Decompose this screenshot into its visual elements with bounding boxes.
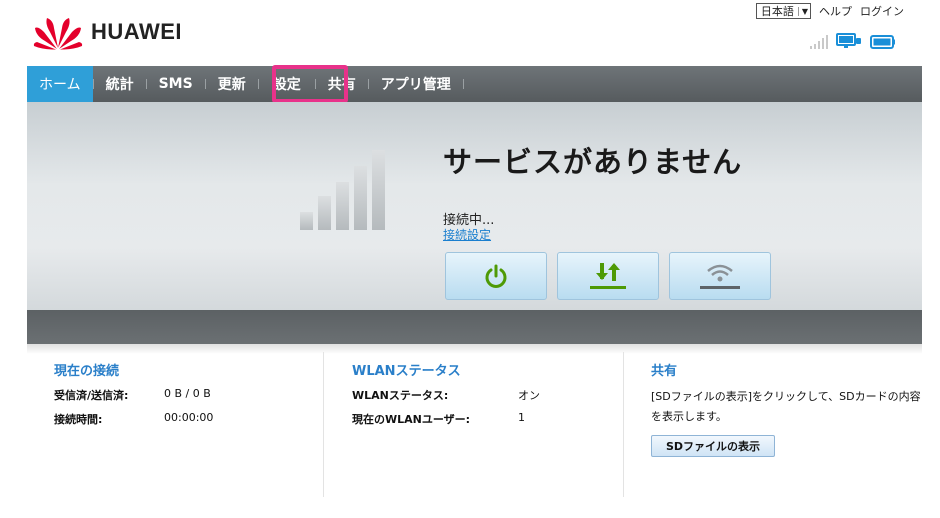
share-title: 共有	[651, 364, 678, 379]
wlan-status-panel: WLANステータス WLANステータス: オン 現在のWLANユーザー: 1	[352, 360, 540, 435]
wlan-status-title: WLANステータス	[352, 364, 461, 379]
wifi-icon	[700, 264, 740, 289]
panel-divider	[323, 352, 324, 497]
wlan-status-row: WLANステータス: オン	[352, 387, 540, 403]
service-status-headline: サービスがありません	[443, 145, 743, 179]
nav-divider	[462, 79, 464, 89]
received-sent-row: 受信済/送信済: 0 B / 0 B	[54, 387, 213, 403]
connection-settings-link[interactable]: 接続設定	[443, 226, 491, 243]
tab-share[interactable]: 共有	[316, 66, 368, 102]
signal-strength-icon	[810, 35, 828, 49]
data-connection-button[interactable]	[557, 252, 659, 300]
wlan-users-row: 現在のWLANユーザー: 1	[352, 411, 540, 427]
panel-divider	[623, 352, 624, 497]
login-link[interactable]: ログイン	[860, 3, 904, 19]
show-sd-files-button[interactable]: SDファイルの表示	[651, 435, 775, 457]
received-sent-value: 0 B / 0 B	[164, 387, 211, 400]
power-icon	[485, 264, 507, 288]
brand-logo: HUAWEI	[33, 14, 182, 50]
hero-shadow	[27, 344, 922, 354]
language-selected-label: 日本語	[760, 5, 794, 18]
top-utility-bar: 日本語 ▼ ヘルプ ログイン	[755, 3, 904, 19]
huawei-logo-icon	[33, 18, 83, 50]
wifi-button[interactable]	[669, 252, 771, 300]
tab-app-management[interactable]: アプリ管理	[369, 66, 463, 102]
main-nav: ホーム 統計 SMS 更新 設定 共有 アプリ管理	[27, 66, 922, 102]
wlan-users-value: 1	[518, 411, 525, 424]
tab-update[interactable]: 更新	[206, 66, 258, 102]
power-button[interactable]	[445, 252, 547, 300]
connection-time-row: 接続時間: 00:00:00	[54, 411, 213, 427]
brand-name: HUAWEI	[91, 19, 182, 44]
tab-home[interactable]: ホーム	[27, 66, 93, 102]
wlan-status-value: オン	[518, 389, 540, 402]
hero-footer-bar	[27, 310, 922, 344]
large-signal-strength-icon	[300, 150, 385, 230]
device-status-icons	[810, 33, 896, 49]
received-sent-label: 受信済/送信済:	[54, 389, 129, 402]
tab-statistics[interactable]: 統計	[94, 66, 146, 102]
share-panel: 共有 [SDファイルの表示]をクリックして、SDカードの内容を表示します。 SD…	[651, 360, 921, 457]
share-description: [SDファイルの表示]をクリックして、SDカードの内容を表示します。	[651, 390, 921, 423]
wlan-status-label: WLANステータス:	[352, 389, 449, 402]
battery-icon	[870, 35, 895, 49]
connection-time-value: 00:00:00	[164, 411, 214, 424]
help-link[interactable]: ヘルプ	[819, 3, 852, 19]
data-transfer-icon	[590, 263, 626, 289]
tab-sms[interactable]: SMS	[147, 66, 205, 102]
chevron-down-icon: ▼	[797, 6, 808, 16]
connection-time-label: 接続時間:	[54, 413, 103, 426]
current-connection-panel: 現在の接続 受信済/送信済: 0 B / 0 B 接続時間: 00:00:00	[54, 360, 213, 435]
tab-settings[interactable]: 設定	[259, 66, 315, 102]
language-select[interactable]: 日本語 ▼	[755, 3, 811, 19]
wlan-users-label: 現在のWLANユーザー:	[352, 413, 471, 426]
monitor-connected-icon	[836, 33, 861, 48]
current-connection-title: 現在の接続	[54, 364, 120, 379]
